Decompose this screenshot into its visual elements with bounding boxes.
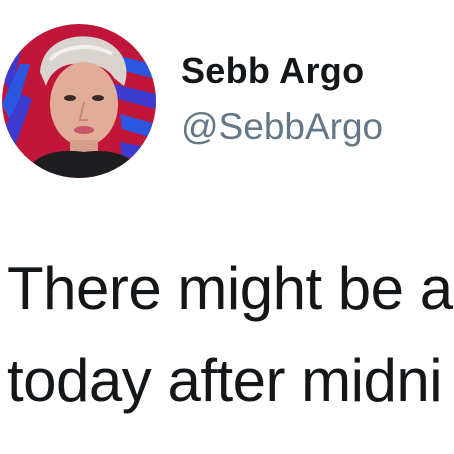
avatar[interactable] bbox=[2, 24, 156, 178]
tweet-text: There might be a today after midni bbox=[0, 248, 454, 454]
user-handle[interactable]: @SebbArgo bbox=[181, 106, 383, 148]
avatar-image bbox=[2, 24, 156, 178]
tweet-text-line: today after midni bbox=[7, 347, 443, 414]
display-name[interactable]: Sebb Argo bbox=[181, 50, 364, 92]
tweet-text-line: There might be a bbox=[7, 255, 453, 322]
tweet-header: Sebb Argo @SebbArgo bbox=[0, 0, 454, 200]
